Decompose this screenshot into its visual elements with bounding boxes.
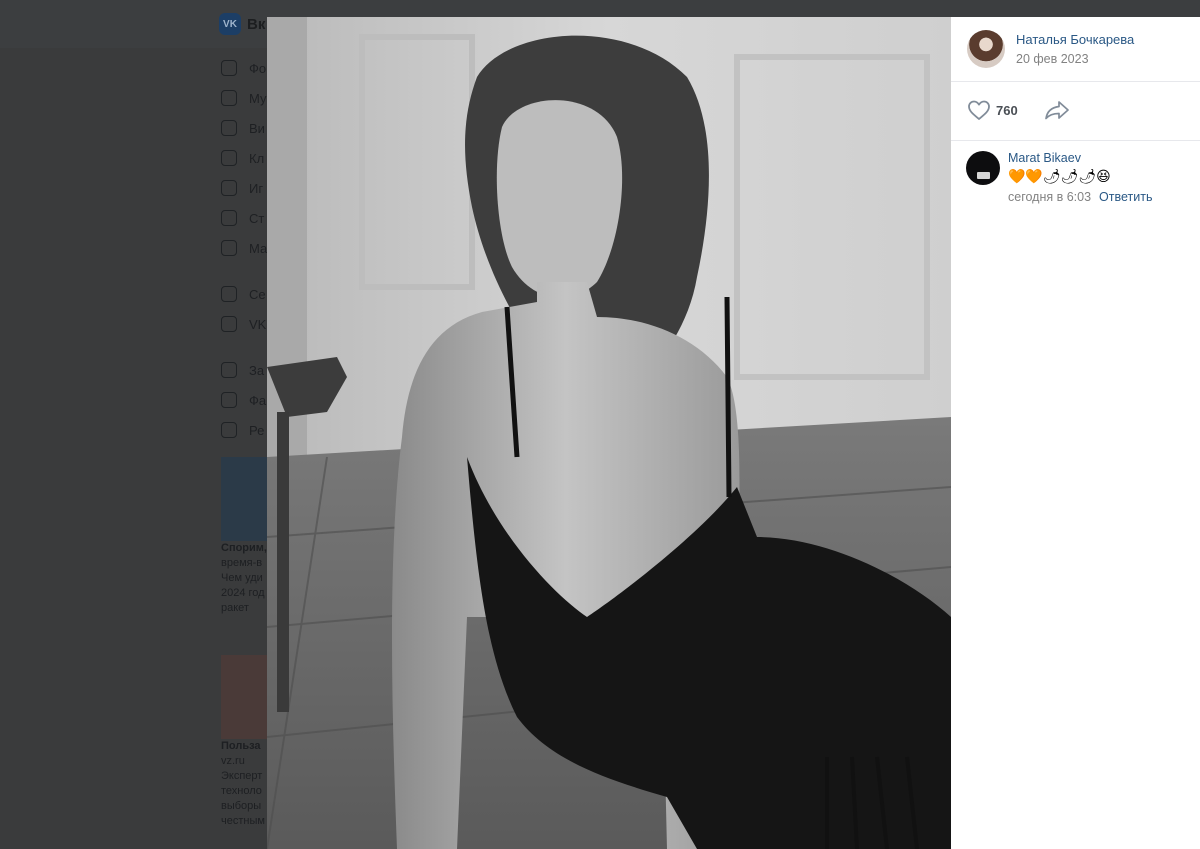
photo-illustration bbox=[267, 17, 951, 849]
post-actions: 760 bbox=[967, 99, 1070, 121]
comment-meta: сегодня в 6:03 Ответить bbox=[1008, 189, 1152, 205]
bag-icon bbox=[221, 240, 237, 256]
clips-icon bbox=[221, 150, 237, 166]
vk-logo-icon: VK bbox=[219, 13, 241, 35]
megaphone-icon bbox=[221, 422, 237, 438]
post-date[interactable]: 20 фев 2023 bbox=[1016, 51, 1134, 68]
ad-thumbnail bbox=[221, 457, 267, 541]
gamepad-icon bbox=[221, 180, 237, 196]
file-icon bbox=[221, 392, 237, 408]
comment-time[interactable]: сегодня в 6:03 bbox=[1008, 189, 1091, 205]
like-count: 760 bbox=[996, 102, 1018, 118]
share-arrow-icon bbox=[1044, 101, 1069, 120]
video-icon bbox=[221, 120, 237, 136]
divider bbox=[951, 81, 1200, 82]
commenter-name-link[interactable]: Marat Bikaev bbox=[1008, 151, 1152, 166]
post-author-block: Наталья Бочкарева 20 фев 2023 bbox=[967, 30, 1134, 68]
divider bbox=[951, 140, 1200, 141]
bookmark-icon bbox=[221, 362, 237, 378]
comment-item: Marat Bikaev 🧡🧡🌶🌶🌶😆 сегодня в 6:03 Ответ… bbox=[966, 151, 1152, 205]
heart-icon bbox=[968, 100, 990, 120]
vk-logo: VK Вк bbox=[219, 13, 265, 35]
photo-side-panel: Наталья Бочкарева 20 фев 2023 760 Marat … bbox=[951, 17, 1200, 849]
commenter-avatar[interactable] bbox=[966, 151, 1000, 185]
reply-button[interactable]: Ответить bbox=[1099, 189, 1152, 205]
music-icon bbox=[221, 90, 237, 106]
share-button[interactable] bbox=[1044, 100, 1070, 120]
photo-viewer-image[interactable] bbox=[267, 17, 951, 849]
ad-thumbnail bbox=[221, 655, 267, 739]
author-avatar[interactable] bbox=[967, 30, 1005, 68]
author-name-link[interactable]: Наталья Бочкарева bbox=[1016, 31, 1134, 48]
comment-text: 🧡🧡🌶🌶🌶😆 bbox=[1008, 168, 1111, 184]
coin-icon bbox=[221, 316, 237, 332]
smile-icon bbox=[221, 210, 237, 226]
vk-logo-text: Вк bbox=[247, 15, 266, 33]
like-button[interactable]: 760 bbox=[967, 99, 1018, 121]
photo-icon bbox=[221, 60, 237, 76]
grid-icon bbox=[221, 286, 237, 302]
